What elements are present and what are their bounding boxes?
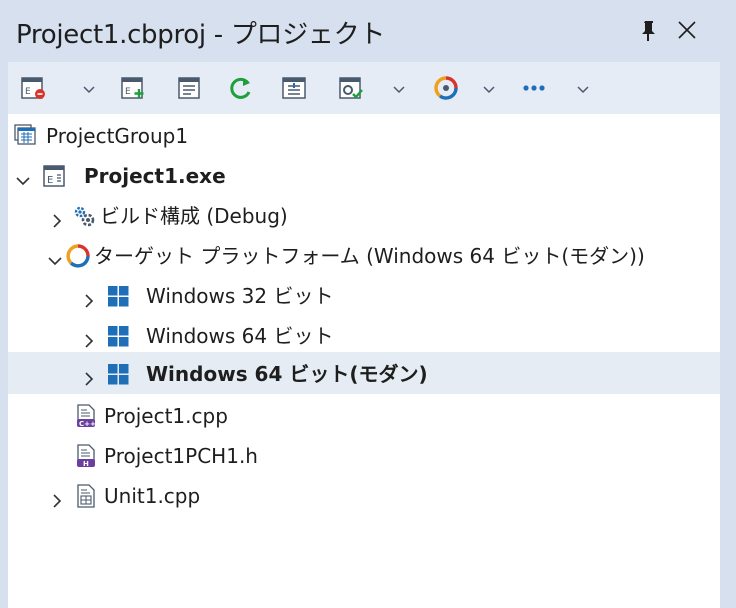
svg-text:H: H	[83, 460, 89, 468]
cpp-file-icon: C++	[74, 404, 98, 428]
tree-item-label: Project1PCH1.h	[104, 444, 258, 468]
exe-project-icon: E	[42, 164, 66, 188]
chevron-down-icon[interactable]	[392, 81, 406, 94]
chevron-down-icon[interactable]	[16, 169, 30, 186]
build-config-icon[interactable]	[338, 75, 366, 101]
platform-icon[interactable]	[432, 75, 460, 101]
project-tree[interactable]: ProjectGroup1 E Project1.exe ビルド構成 (Debu…	[8, 114, 720, 608]
tree-item-pch-header[interactable]: H Project1PCH1.h	[8, 436, 720, 476]
more-icon[interactable]	[520, 75, 548, 101]
sync-view-icon[interactable]	[280, 75, 308, 101]
tree-item-label: ビルド構成 (Debug)	[100, 204, 288, 228]
target-platforms-icon	[66, 244, 90, 268]
svg-text:E: E	[25, 87, 31, 97]
tree-item-label: Windows 64 ビット(モダン)	[146, 362, 428, 386]
tree-item-label: ProjectGroup1	[46, 124, 189, 148]
tree-item-build-configurations[interactable]: ビルド構成 (Debug)	[8, 196, 720, 236]
tree-item-label: ターゲット プラットフォーム (Windows 64 ビット(モダン))	[94, 244, 645, 268]
project-group-icon	[14, 124, 38, 148]
tree-item-label: Unit1.cpp	[104, 484, 201, 508]
chevron-down-icon[interactable]	[482, 81, 496, 94]
project-view-icon[interactable]	[176, 75, 204, 101]
chevron-right-icon[interactable]	[50, 209, 64, 228]
tree-item-windows-32[interactable]: Windows 32 ビット	[8, 276, 720, 316]
tree-item-label: Windows 64 ビット	[146, 324, 334, 348]
refresh-icon[interactable]	[228, 75, 256, 101]
project-options-icon[interactable]: E	[20, 75, 48, 101]
tree-item-windows-64[interactable]: Windows 64 ビット	[8, 316, 720, 356]
header-file-icon: H	[74, 444, 98, 468]
build-configurations-icon	[72, 204, 96, 228]
windows-logo-icon	[106, 284, 130, 308]
windows-logo-icon	[106, 324, 130, 348]
chevron-right-icon[interactable]	[82, 367, 96, 386]
chevron-down-icon[interactable]	[576, 81, 590, 94]
svg-text:E: E	[47, 175, 53, 186]
chevron-down-icon[interactable]	[82, 81, 96, 94]
title-bar: Project1.cbproj - プロジェクト	[0, 0, 736, 62]
tree-item-project-group[interactable]: ProjectGroup1	[8, 116, 720, 156]
tree-item-unit-cpp[interactable]: Unit1.cpp	[8, 476, 720, 516]
tree-item-label: Project1.cpp	[104, 404, 228, 428]
panel-title: Project1.cbproj - プロジェクト	[16, 20, 386, 50]
pin-icon[interactable]	[638, 18, 660, 44]
windows-logo-icon	[106, 362, 130, 386]
chevron-right-icon[interactable]	[50, 489, 64, 508]
svg-text:E: E	[125, 87, 131, 97]
tree-item-project-cpp[interactable]: C++ Project1.cpp	[8, 396, 720, 436]
close-icon[interactable]	[676, 18, 698, 42]
tree-item-project-exe[interactable]: E Project1.exe	[8, 156, 720, 196]
chevron-right-icon[interactable]	[82, 289, 96, 308]
tree-item-windows-64-modern[interactable]: Windows 64 ビット(モダン)	[8, 352, 720, 394]
tree-item-label: Project1.exe	[84, 164, 226, 188]
tree-item-label: Windows 32 ビット	[146, 284, 334, 308]
tree-item-target-platforms[interactable]: ターゲット プラットフォーム (Windows 64 ビット(モダン))	[8, 236, 720, 276]
panel-border	[720, 114, 736, 608]
svg-text:C++: C++	[79, 420, 96, 428]
add-new-icon[interactable]: E	[120, 75, 148, 101]
chevron-down-icon[interactable]	[48, 249, 62, 266]
chevron-right-icon[interactable]	[82, 329, 96, 348]
unit-file-icon	[74, 484, 98, 508]
toolbar: E E	[8, 62, 720, 114]
